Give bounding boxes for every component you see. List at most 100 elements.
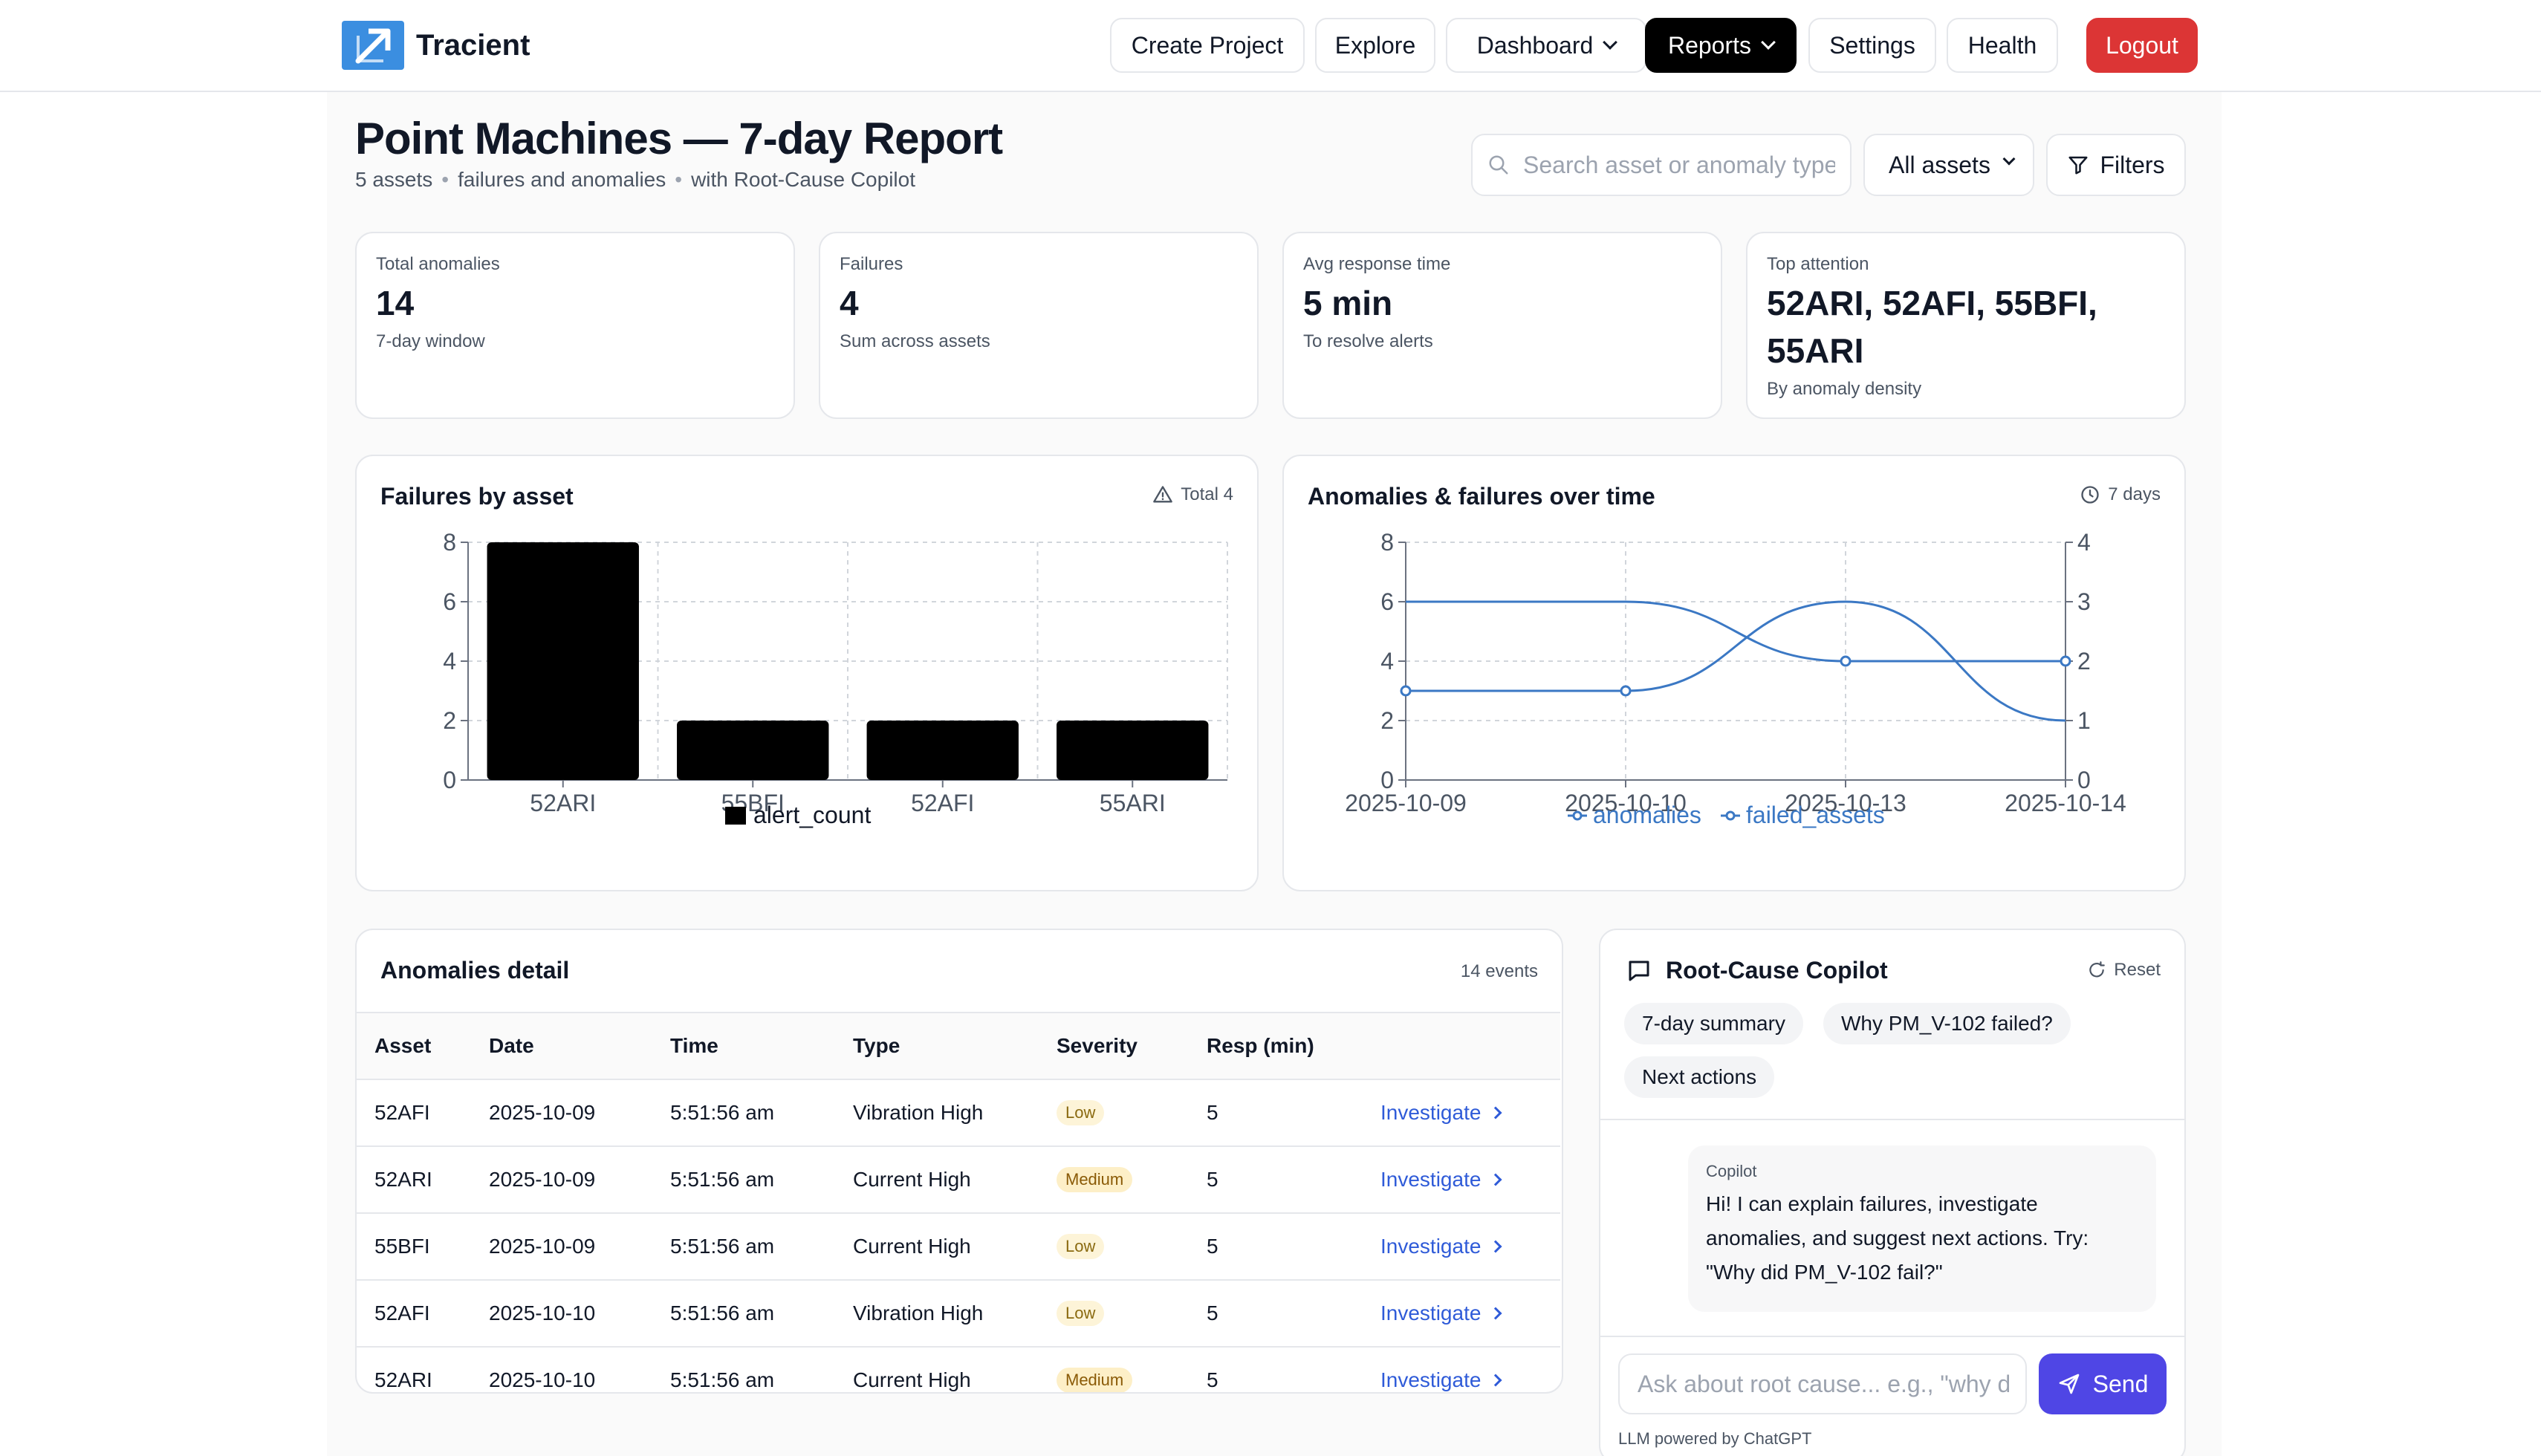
- search-input[interactable]: [1523, 151, 1835, 179]
- nav-dashboard[interactable]: Dashboard: [1446, 18, 1646, 73]
- chevron-down-icon: [1603, 35, 1618, 50]
- send-button[interactable]: Send: [2039, 1353, 2167, 1414]
- investigate-link[interactable]: Investigate: [1380, 1101, 1502, 1125]
- bar-55BFI: [677, 721, 829, 780]
- asset-filter-select[interactable]: All assets: [1863, 134, 2034, 196]
- y-tick-label-left: 4: [1380, 648, 1394, 675]
- logout-button[interactable]: Logout: [2086, 18, 2198, 73]
- suggestion-chip[interactable]: 7-day summary: [1624, 1003, 1803, 1044]
- cell-asset: 52AFI: [374, 1101, 430, 1124]
- column-header-resp[interactable]: Resp (min): [1207, 1013, 1314, 1079]
- chat-icon: [1629, 961, 1649, 981]
- column-header-time[interactable]: Time: [670, 1013, 718, 1079]
- cell-resp: 5: [1207, 1301, 1218, 1325]
- investigate-label: Investigate: [1380, 1301, 1482, 1325]
- investigate-link[interactable]: Investigate: [1380, 1301, 1502, 1325]
- copilot-input[interactable]: [1638, 1370, 2009, 1398]
- table-row: 52ARI 2025-10-09 5:51:56 am Current High Med…: [357, 1145, 1560, 1212]
- cell-date: 2025-10-10: [489, 1301, 596, 1325]
- nav-reports[interactable]: Reports: [1645, 18, 1797, 73]
- cell-action: Investigate: [1380, 1080, 1502, 1145]
- kpi-card-top-attention: Top attention 52ARI, 52AFI, 55BFI, 55ARI…: [1746, 232, 2186, 419]
- message-sender: Copilot: [1706, 1162, 1757, 1180]
- table-header-row: Asset Date Time Type Severity Resp (min): [357, 1012, 1560, 1079]
- suggestion-chip[interactable]: Why PM_V-102 failed?: [1823, 1003, 2071, 1044]
- cell-action: Investigate: [1380, 1281, 1502, 1346]
- kpi-card-failures: Failures 4 Sum across assets: [819, 232, 1259, 419]
- nav-settings[interactable]: Settings: [1808, 18, 1936, 73]
- kpi-label: Failures: [840, 254, 903, 274]
- investigate-link[interactable]: Investigate: [1380, 1235, 1502, 1258]
- bar-52AFI: [866, 721, 1019, 780]
- kpi-value: 5 min: [1303, 284, 1393, 322]
- y-tick-label-right: 4: [2077, 529, 2091, 556]
- nav-health[interactable]: Health: [1947, 18, 2058, 73]
- bar-55ARI: [1057, 721, 1209, 780]
- suggestion-chip[interactable]: Next actions: [1624, 1056, 1775, 1098]
- column-header-type[interactable]: Type: [853, 1013, 900, 1079]
- column-header-asset[interactable]: Asset: [374, 1013, 431, 1079]
- cell-severity: Medium: [1057, 1348, 1133, 1392]
- divider: [1600, 1119, 2184, 1120]
- copilot-input-box[interactable]: [1618, 1353, 2027, 1414]
- table-row: 52AFI 2025-10-09 5:51:56 am Vibration High L…: [357, 1079, 1560, 1145]
- y-tick-label-right: 1: [2077, 707, 2091, 734]
- reset-button[interactable]: Reset: [2087, 960, 2161, 981]
- table-count: 14 events: [1460, 961, 1538, 981]
- nav-create-project[interactable]: Create Project: [1110, 18, 1305, 73]
- bar-chart: 0246852ARI 55BFI 52AFI 55ARIalert_count: [443, 529, 1228, 828]
- cell-severity: Low: [1057, 1281, 1105, 1346]
- investigate-label: Investigate: [1380, 1101, 1482, 1124]
- divider: [1600, 1336, 2184, 1337]
- investigate-link[interactable]: Investigate: [1380, 1168, 1502, 1192]
- kpi-value: 4: [840, 284, 859, 322]
- asset-filter-value: All assets: [1889, 151, 1990, 178]
- table-row: 55BFI 2025-10-09 5:51:56 am Current High Low…: [357, 1212, 1560, 1279]
- cell-asset: 55BFI: [374, 1235, 430, 1258]
- top-navbar: Tracient Create Project Explore Dashboar…: [0, 0, 2541, 92]
- column-header-date[interactable]: Date: [489, 1013, 534, 1079]
- cell-action: Investigate: [1380, 1214, 1502, 1279]
- chevron-down-icon: [2002, 152, 2016, 166]
- filters-button[interactable]: Filters: [2046, 134, 2186, 196]
- send-label: Send: [2092, 1370, 2149, 1397]
- bar-52ARI: [487, 542, 639, 780]
- filter-icon: [2068, 156, 2088, 175]
- kpi-label: Top attention: [1767, 254, 1869, 274]
- kpi-value: 14: [376, 284, 415, 322]
- cell-time: 5:51:56 am: [670, 1168, 775, 1191]
- cell-severity: Low: [1057, 1080, 1105, 1145]
- severity-badge: Medium: [1057, 1368, 1133, 1392]
- cell-severity: Low: [1057, 1214, 1105, 1279]
- y-tick-label-left: 8: [1380, 529, 1394, 556]
- kpi-note: Sum across assets: [840, 331, 990, 351]
- subtitle-copilot: with Root-Cause Copilot: [691, 168, 915, 191]
- nav-explore[interactable]: Explore: [1315, 18, 1435, 73]
- investigate-link[interactable]: Investigate: [1380, 1368, 1502, 1392]
- column-header-severity[interactable]: Severity: [1057, 1013, 1138, 1079]
- kpi-card-total-anomalies: Total anomalies 14 7-day window: [355, 232, 795, 419]
- anomalies-detail-card: Anomalies detail 14 events Asset Date Ti…: [355, 929, 1563, 1394]
- send-icon: [2059, 1374, 2079, 1394]
- legend-marker: [1725, 810, 1736, 821]
- kpi-label: Total anomalies: [376, 254, 500, 274]
- chevron-right-icon: [1489, 1106, 1502, 1119]
- search-box[interactable]: [1471, 134, 1852, 196]
- failures-by-asset-card: Failures by asset Total 4 0 2 4 6 8 52ARI 55BF…: [355, 455, 1259, 891]
- y-tick-label-right: 3: [2077, 588, 2091, 615]
- investigate-label: Investigate: [1380, 1235, 1482, 1258]
- point-anomalies: [1620, 685, 1632, 697]
- table-title: Anomalies detail: [380, 957, 570, 984]
- brand[interactable]: Tracient: [342, 21, 530, 70]
- point-anomalies: [1400, 685, 1412, 697]
- severity-badge: Low: [1057, 1301, 1105, 1326]
- cell-resp: 5: [1207, 1101, 1218, 1124]
- cell-resp: 5: [1207, 1368, 1218, 1391]
- cell-severity: Medium: [1057, 1147, 1133, 1212]
- chevron-right-icon: [1489, 1374, 1502, 1387]
- table-row: 52ARI 2025-10-10 5:51:56 am Current High Med…: [357, 1346, 1560, 1392]
- cell-time: 5:51:56 am: [670, 1368, 775, 1391]
- cell-action: Investigate: [1380, 1348, 1502, 1392]
- cell-type: Vibration High: [853, 1301, 984, 1325]
- chevron-down-icon: [1761, 35, 1776, 50]
